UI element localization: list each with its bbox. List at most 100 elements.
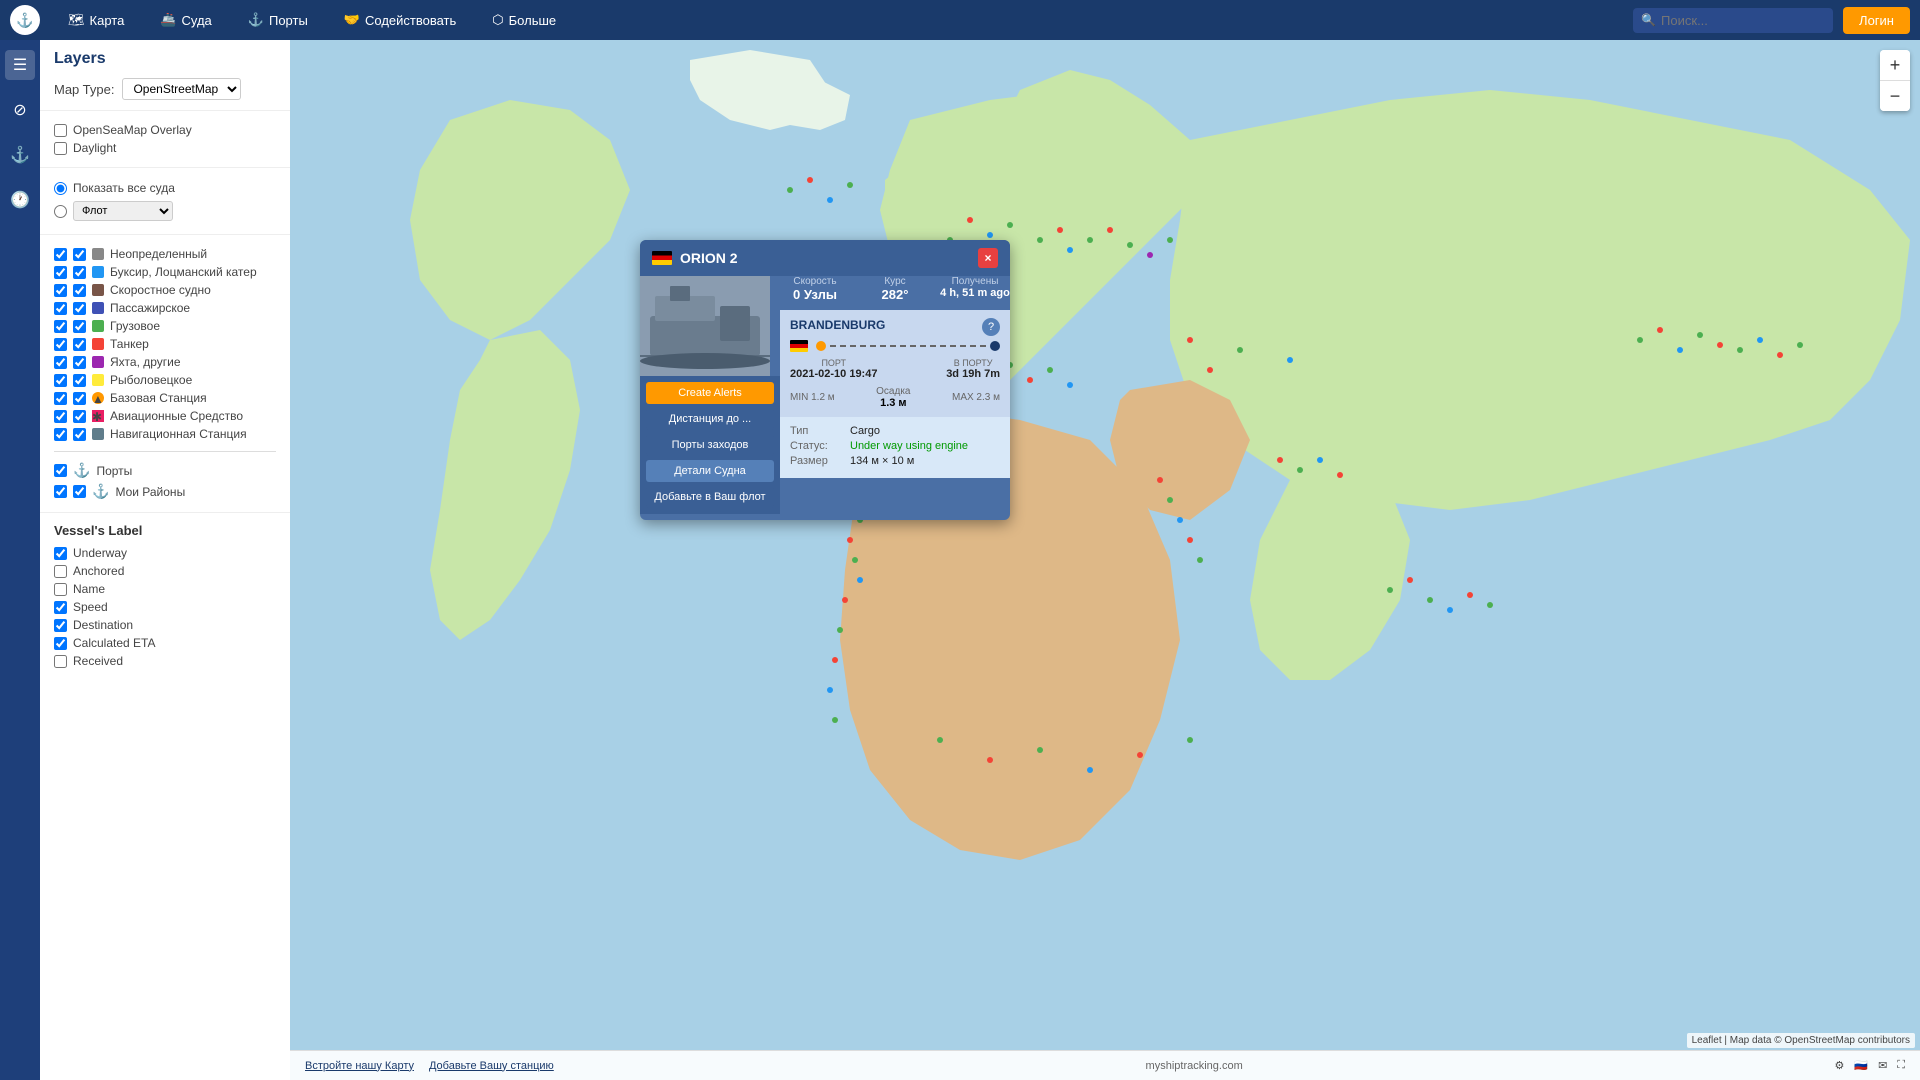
login-button[interactable]: Логин [1843,7,1910,34]
dot-nav [92,428,104,440]
vessel-labels-title: Vessel's Label [54,523,276,538]
popup-close-button[interactable]: × [978,248,998,268]
route-panel: BRANDENBURG ? [780,310,1010,417]
vessel-labels-section: Vessel's Label Underway Anchored Name Sp… [40,513,290,680]
ports-visited-button[interactable]: Порты заходов [646,434,774,456]
type-nav-cb[interactable] [54,428,67,441]
label-received-text: Received [73,654,123,668]
logo[interactable]: ⚓ [10,5,40,35]
ship-details-button[interactable]: Детали Судна [646,460,774,482]
type-tug-cb2[interactable] [73,266,86,279]
type-base-cb[interactable] [54,392,67,405]
mail-icon[interactable]: ✉ [1878,1059,1887,1072]
search-input[interactable] [1633,8,1833,33]
label-dest-cb[interactable] [54,619,67,632]
fleet-radio[interactable] [54,205,67,218]
type-tanker-cb[interactable] [54,338,67,351]
type-avia-cb[interactable] [54,410,67,423]
search-wrapper: 🔍 [1633,8,1833,33]
type-cargo-cb[interactable] [54,320,67,333]
popup-ship-name: ORION 2 [680,250,970,266]
type-pass-cb[interactable] [54,302,67,315]
ship-popup: ORION 2 × [640,240,1010,520]
zoom-in-button[interactable]: + [1880,50,1910,80]
fleet-row: Флот [54,198,276,224]
opensea-checkbox[interactable] [54,124,67,137]
my-areas-cb2[interactable] [73,485,86,498]
type-fish-cb2[interactable] [73,374,86,387]
draft-center: Осадка 1.3 м [876,386,910,409]
daylight-checkbox[interactable] [54,142,67,155]
show-all-label: Показать все суда [73,181,175,195]
filter-icon-btn[interactable]: ⊘ [5,95,35,125]
label-speed-cb[interactable] [54,601,67,614]
help-icon[interactable]: ? [982,318,1000,336]
type-nav: Навигационная Станция [54,425,276,443]
label-destination-text: Destination [73,618,133,632]
dot-yacht [92,356,104,368]
label-anchored-cb[interactable] [54,565,67,578]
create-alerts-button[interactable]: Create Alerts [646,382,774,404]
map-background: + − ORION 2 × [290,40,1920,1080]
type-tug-cb[interactable] [54,266,67,279]
ports-label: Порты [96,464,132,478]
anchor-icon-btn[interactable]: ⚓ [5,140,35,170]
nav-more[interactable]: ⬡ Больше [484,7,564,33]
footer-left: Встройте нашу Карту Добавьте Вашу станци… [305,1060,554,1072]
embed-map-link[interactable]: Встройте нашу Карту [305,1060,414,1072]
dot-fishing [92,374,104,386]
zoom-out-button[interactable]: − [1880,81,1910,111]
type-base-cb2[interactable] [73,392,86,405]
nav-vessels[interactable]: 🚢 Суда [152,7,219,33]
label-underway-text: Underway [73,546,127,560]
label-eta-cb[interactable] [54,637,67,650]
type-pass-cb2[interactable] [73,302,86,315]
flag-icon[interactable]: 🇷🇺 [1854,1059,1868,1072]
type-nav-cb2[interactable] [73,428,86,441]
dot-passenger [92,302,104,314]
type-fish-cb[interactable] [54,374,67,387]
map-svg [290,40,1920,1080]
type-undefined-cb[interactable] [54,248,67,261]
type-speed-cb[interactable] [54,284,67,297]
fullscreen-icon[interactable]: ⛶ [1897,1059,1905,1072]
footer: Встройте нашу Карту Добавьте Вашу станци… [290,1050,1920,1080]
label-underway-cb[interactable] [54,547,67,560]
label-name-cb[interactable] [54,583,67,596]
dot-tug [92,266,104,278]
type-yacht-cb2[interactable] [73,356,86,369]
map-type-select[interactable]: OpenStreetMap [122,78,241,100]
distance-button[interactable]: Дистанция до ... [646,408,774,430]
course-value: 282° [860,287,930,302]
vessel-filter-section: Показать все суда Флот [40,168,290,235]
overlay-section: OpenSeaMap Overlay Daylight [40,111,290,168]
nav-ports[interactable]: ⚓ Порты [240,7,316,33]
nav-assist[interactable]: 🤝 Содействовать [336,7,464,33]
layers-icon-btn[interactable]: ☰ [5,50,35,80]
type-undefined-cb2[interactable] [73,248,86,261]
type-tanker-cb2[interactable] [73,338,86,351]
in-port-time: В ПОРТУ 3d 19h 7m [946,358,1000,380]
icon-sidebar: ☰ ⊘ ⚓ 🕐 [0,40,40,1080]
type-avia-cb2[interactable] [73,410,86,423]
type-cargo-cb2[interactable] [73,320,86,333]
course-label: Курс [860,276,930,287]
history-icon-btn[interactable]: 🕐 [5,185,35,215]
type-cargo: Грузовое [54,317,276,335]
add-station-link[interactable]: Добавьте Вашу станцию [429,1060,554,1072]
type-row: Тип Cargo [790,425,1000,437]
show-all-radio[interactable] [54,182,67,195]
ports-cb[interactable] [54,464,67,477]
label-eta-text: Calculated ETA [73,636,155,650]
map-area[interactable]: + − ORION 2 × [290,40,1920,1080]
my-areas-cb1[interactable] [54,485,67,498]
add-to-fleet-button[interactable]: Добавьте в Ваш флот [646,486,774,508]
label-passenger: Пассажирское [110,301,190,315]
label-aviation: Авиационные Средство [110,409,243,423]
type-yacht-cb[interactable] [54,356,67,369]
type-speed-cb2[interactable] [73,284,86,297]
label-received-cb[interactable] [54,655,67,668]
fleet-select[interactable]: Флот [73,201,173,221]
nav-map[interactable]: 🗺 Карта [60,7,132,33]
settings-icon[interactable]: ⚙ [1835,1059,1845,1072]
